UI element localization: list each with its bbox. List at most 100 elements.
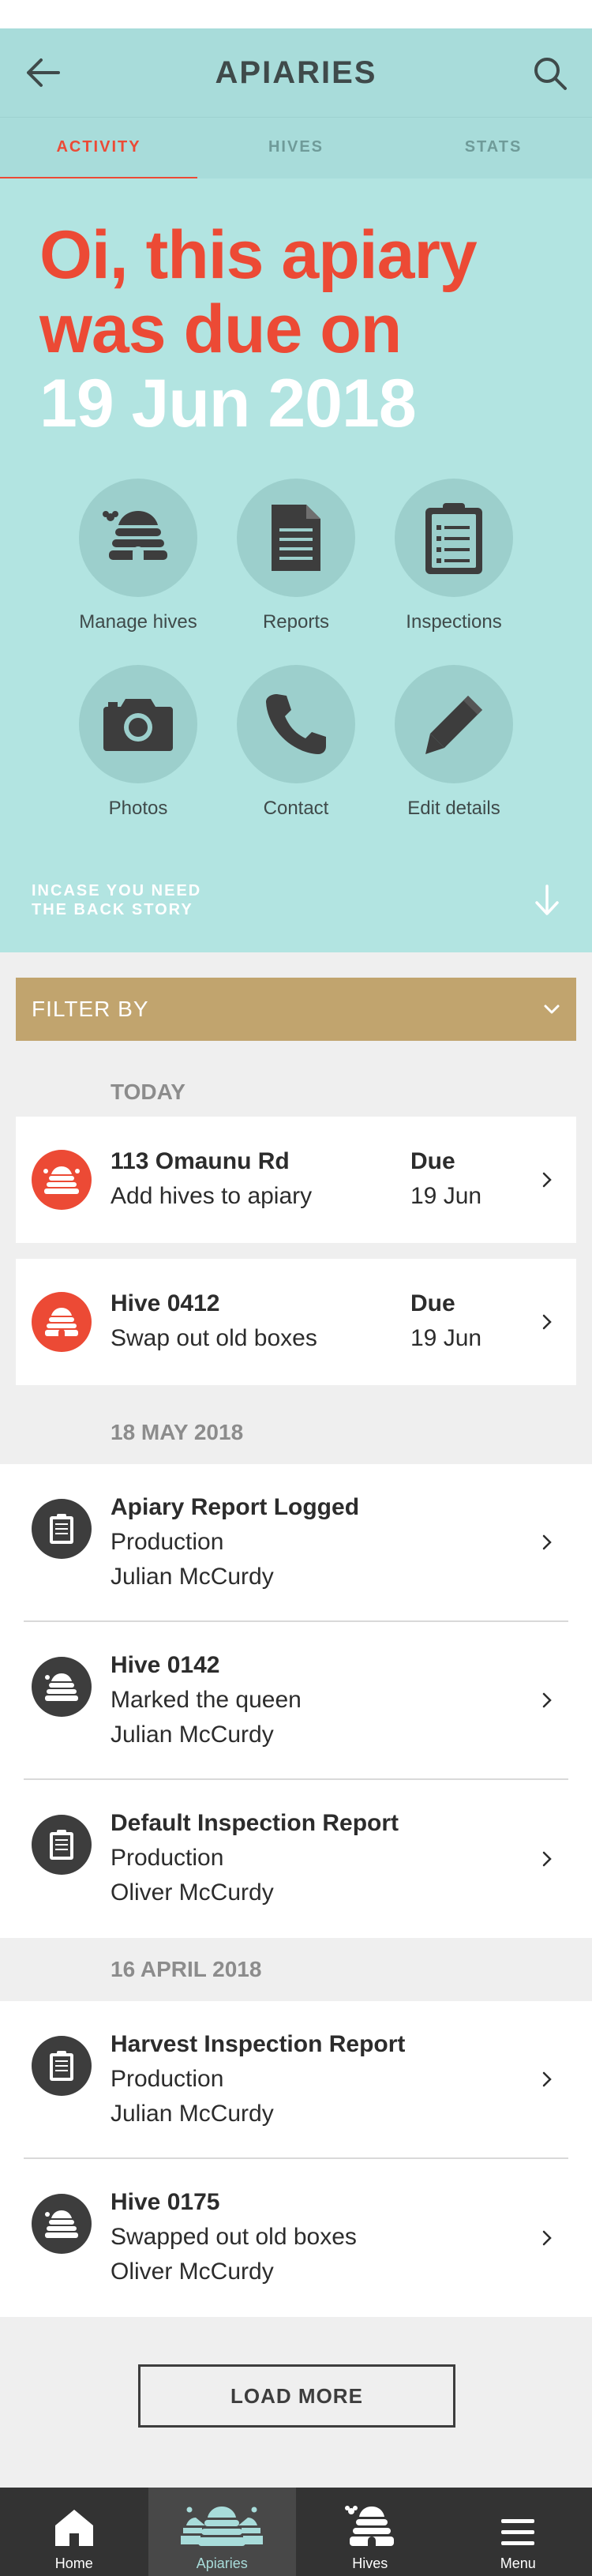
activity-title: Apiary Report Logged	[111, 1494, 360, 1520]
activity-title: Default Inspection Report	[111, 1810, 399, 1836]
pencil-icon	[425, 696, 482, 754]
clipboard-icon	[425, 503, 482, 574]
tab-bar: ACTIVITY HIVES STATS	[0, 117, 592, 182]
headline-line-2: was due on	[39, 291, 402, 367]
status-bar	[0, 0, 592, 28]
action-circle	[79, 479, 197, 597]
action-circle	[237, 665, 355, 783]
activity-user: Oliver McCurdy	[111, 1879, 274, 1906]
task-card[interactable]: 113 Omaunu Rd Add hives to apiary Due 19…	[16, 1117, 576, 1243]
section-heading-date: 16 APRIL 2018	[111, 1957, 262, 1981]
action-label: Contact	[263, 798, 329, 819]
apiary-icon	[43, 1166, 80, 1194]
beehive-icon	[344, 2506, 394, 2546]
menu-icon	[501, 2519, 535, 2545]
activity-user: Julian McCurdy	[111, 1564, 274, 1590]
action-circle	[395, 665, 513, 783]
section-heading-today: TODAY	[111, 1080, 185, 1104]
chevron-right-icon	[542, 1851, 552, 1867]
nav-menu[interactable]: Menu	[444, 2488, 592, 2576]
overdue-badge	[32, 1292, 92, 1352]
activity-user: Julian McCurdy	[111, 2101, 274, 2127]
photos-button[interactable]: Photos	[79, 665, 197, 820]
due-label: Due	[410, 1290, 455, 1316]
activity-user: Oliver McCurdy	[111, 2259, 274, 2285]
reports-button[interactable]: Reports	[237, 479, 355, 633]
tab-stats[interactable]: STATS	[395, 118, 592, 178]
chevron-right-icon	[542, 1172, 552, 1188]
activity-badge	[32, 1499, 92, 1559]
action-circle	[237, 479, 355, 597]
chevron-right-icon	[542, 2071, 552, 2087]
activity-detail: Swapped out old boxes	[111, 2224, 357, 2250]
headline-line-1: Oi, this apiary	[39, 217, 478, 293]
activity-badge	[32, 2194, 92, 2254]
nav-label: Apiaries	[196, 2555, 248, 2571]
section-heading-date: 18 MAY 2018	[111, 1420, 244, 1444]
contact-button[interactable]: Contact	[237, 665, 355, 820]
nav-hives[interactable]: Hives	[296, 2488, 444, 2576]
list-item[interactable]: Default Inspection Report Production Oli…	[24, 1780, 568, 1938]
back-story-text: INCASE YOU NEED THE BACK STORY	[32, 881, 268, 919]
filter-label: FILTER BY	[32, 997, 149, 1021]
activity-badge	[32, 1657, 92, 1717]
nav-apiaries[interactable]: Apiaries	[148, 2488, 296, 2576]
due-headline: Oi, this apiary was due on 19 Jun 2018	[39, 218, 553, 441]
activity-user: Julian McCurdy	[111, 1722, 274, 1748]
arrow-down-icon	[535, 884, 559, 915]
chevron-down-icon	[544, 1004, 560, 1014]
activity-list: Harvest Inspection Report Production Jul…	[0, 2001, 592, 2317]
manage-hives-button[interactable]: Manage hives	[79, 479, 197, 633]
beehive-icon	[45, 1308, 78, 1336]
list-item[interactable]: Apiary Report Logged Production Julian M…	[24, 1464, 568, 1622]
task-title: 113 Omaunu Rd	[111, 1148, 290, 1174]
activity-badge	[32, 2036, 92, 2096]
activity-title: Hive 0175	[111, 2189, 220, 2215]
load-more-button[interactable]: LOAD MORE	[138, 2364, 455, 2428]
task-subtitle: Add hives to apiary	[111, 1183, 313, 1209]
bottom-nav: Home Apiaries Hives Menu	[0, 2488, 592, 2576]
action-grid: Manage hives Reports Inspections Photos …	[79, 479, 513, 820]
clipboard-icon	[50, 2051, 73, 2081]
nav-label: Menu	[500, 2555, 536, 2571]
clipboard-icon	[50, 1514, 73, 1544]
chevron-right-icon	[542, 1534, 552, 1550]
overdue-badge	[32, 1150, 92, 1210]
task-card[interactable]: Hive 0412 Swap out old boxes Due 19 Jun	[16, 1259, 576, 1385]
document-icon	[272, 505, 320, 571]
filter-by-dropdown[interactable]: FILTER BY	[16, 978, 576, 1041]
list-item[interactable]: Harvest Inspection Report Production Jul…	[24, 2001, 568, 2159]
beehive-icon	[103, 511, 167, 560]
chevron-right-icon	[542, 1314, 552, 1330]
phone-icon	[266, 694, 326, 754]
headline-due-date: 19 Jun 2018	[39, 366, 417, 441]
home-icon	[54, 2510, 93, 2546]
tab-activity[interactable]: ACTIVITY	[0, 118, 197, 182]
page-title: APIARIES	[215, 55, 377, 90]
search-icon[interactable]	[532, 55, 568, 92]
task-title: Hive 0412	[111, 1290, 220, 1316]
chevron-right-icon	[542, 2230, 552, 2246]
chevron-right-icon	[542, 1692, 552, 1708]
apiaries-icon	[181, 2507, 264, 2546]
action-label: Edit details	[407, 798, 500, 819]
list-item[interactable]: Hive 0175 Swapped out old boxes Oliver M…	[24, 2159, 568, 2317]
back-story-line-1: INCASE YOU NEED	[32, 882, 202, 899]
inspections-button[interactable]: Inspections	[395, 479, 513, 633]
list-item[interactable]: Hive 0142 Marked the queen Julian McCurd…	[24, 1622, 568, 1780]
action-label: Photos	[108, 798, 168, 819]
back-story-toggle[interactable]: INCASE YOU NEED THE BACK STORY	[32, 881, 560, 919]
action-label: Inspections	[406, 611, 502, 633]
nav-home[interactable]: Home	[0, 2488, 148, 2576]
activity-detail: Production	[111, 1845, 224, 1871]
task-subtitle: Swap out old boxes	[111, 1325, 317, 1351]
activity-detail: Marked the queen	[111, 1687, 302, 1713]
due-date: 19 Jun	[410, 1183, 482, 1209]
edit-details-button[interactable]: Edit details	[395, 665, 513, 820]
due-hero: Oi, this apiary was due on 19 Jun 2018 M…	[0, 178, 592, 952]
activity-title: Harvest Inspection Report	[111, 2031, 406, 2057]
beehive-icon	[45, 1673, 78, 1701]
tab-hives[interactable]: HIVES	[197, 118, 395, 178]
camera-icon	[103, 699, 173, 751]
app-bar: APIARIES	[0, 28, 592, 117]
